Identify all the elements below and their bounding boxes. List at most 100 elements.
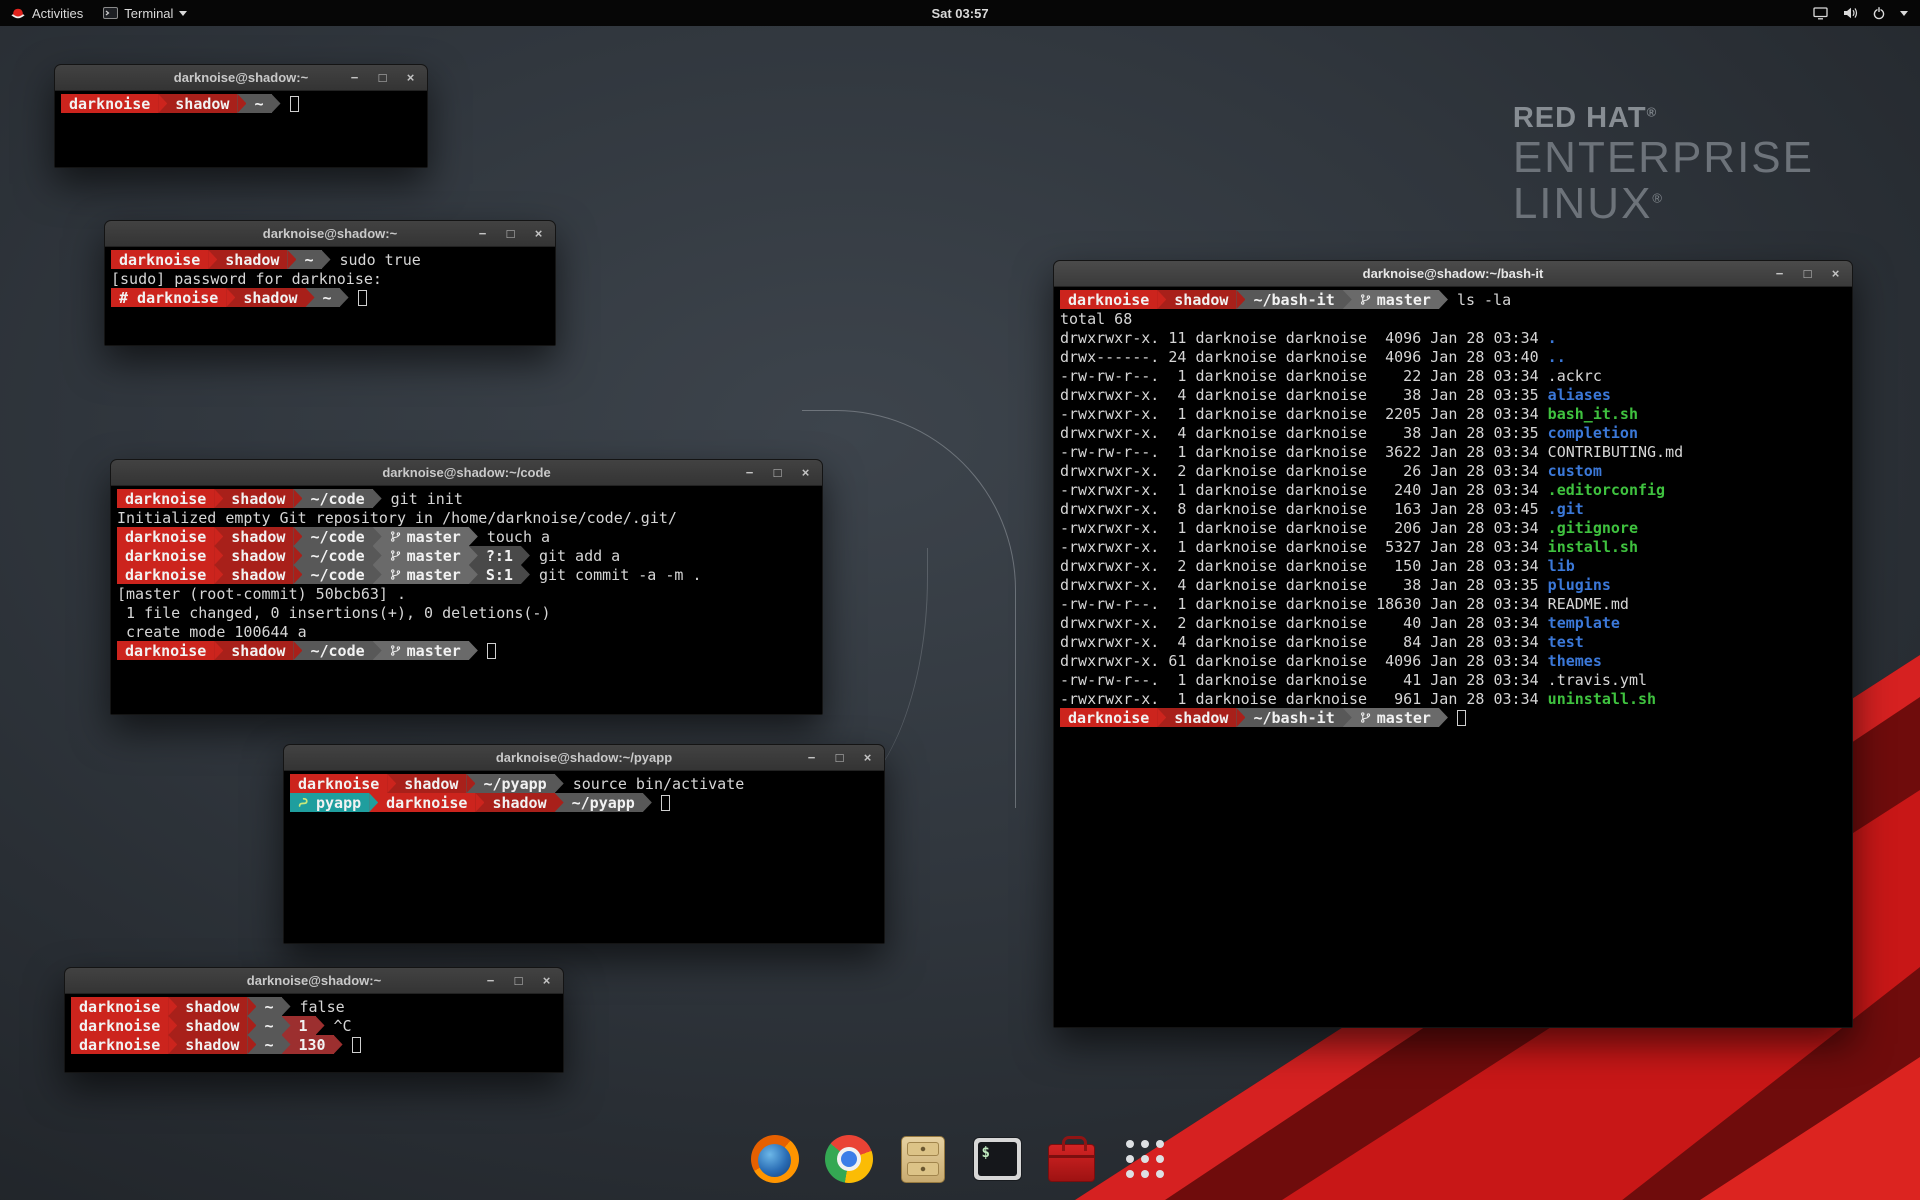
command-text: source bin/activate — [564, 774, 745, 793]
powerline-separator-icon — [282, 1035, 291, 1054]
file-meta: -rw-rw-r--. 1 darknoise darknoise 18630 … — [1060, 594, 1548, 613]
powerline-separator-icon — [643, 793, 652, 812]
file-name: aliases — [1548, 385, 1611, 404]
powerline-separator-icon — [293, 546, 302, 565]
prompt-segment: ~ — [246, 94, 271, 113]
app-menu-terminal[interactable]: Terminal — [93, 0, 197, 26]
powerline-separator-icon — [334, 1035, 343, 1054]
maximize-button[interactable]: □ — [771, 466, 784, 479]
activities-button[interactable]: Activities — [0, 0, 93, 26]
powerline-separator-icon — [214, 546, 223, 565]
prompt-segment: ~/pyapp — [564, 793, 643, 812]
window-titlebar[interactable]: darknoise@shadow:~ − □ × — [105, 221, 555, 247]
close-button[interactable]: × — [861, 751, 874, 764]
powerline-separator-icon — [1439, 708, 1448, 727]
close-button[interactable]: × — [1829, 267, 1842, 280]
window-titlebar[interactable]: darknoise@shadow:~/bash-it − □ × — [1054, 261, 1852, 287]
maximize-button[interactable]: □ — [376, 71, 389, 84]
terminal-body[interactable]: darknoiseshadow~/pyappsource bin/activat… — [284, 771, 884, 943]
powerline-separator-icon — [469, 641, 478, 660]
powerline-separator-icon — [293, 489, 302, 508]
minimize-button[interactable]: − — [476, 227, 489, 240]
powerline-separator-icon — [226, 288, 235, 307]
file-meta: drwx------. 24 darknoise darknoise 4096 … — [1060, 347, 1548, 366]
file-meta: drwxrwxr-x. 2 darknoise darknoise 26 Jan… — [1060, 461, 1548, 480]
chrome-icon[interactable] — [821, 1131, 877, 1187]
app-menu-label: Terminal — [124, 6, 173, 21]
prompt-segment: darknoise — [111, 250, 208, 269]
volume-icon — [1842, 6, 1858, 20]
terminal-icon[interactable]: $ — [969, 1131, 1025, 1187]
window-title: darknoise@shadow:~/code — [111, 465, 822, 480]
firefox-icon[interactable] — [747, 1131, 803, 1187]
powerline-separator-icon — [466, 774, 475, 793]
terminal-line: darknoiseshadow~/pyappsource bin/activat… — [290, 774, 878, 793]
output-text: [master (root-commit) 50bcb63] . — [117, 584, 406, 603]
minimize-button[interactable]: − — [1773, 267, 1786, 280]
file-row: -rwxrwxr-x. 1 darknoise darknoise 206 Ja… — [1060, 518, 1846, 537]
prompt-segment: ~ — [256, 1016, 281, 1035]
file-row: -rw-rw-r--. 1 darknoise darknoise 18630 … — [1060, 594, 1846, 613]
desktop: RED HAT® ENTERPRISE LINUX® Activities Te… — [0, 0, 1920, 1200]
close-button[interactable]: × — [799, 466, 812, 479]
system-tray[interactable] — [1813, 6, 1920, 20]
prompt-segment: pyapp — [290, 793, 369, 812]
terminal-prompt-glyph: $ — [982, 1145, 990, 1161]
prompt-segment: ~ — [315, 288, 340, 307]
terminal-window[interactable]: darknoise@shadow:~/code − □ × darknoises… — [110, 459, 823, 715]
prompt-segment: ?:1 — [478, 546, 521, 565]
prompt-segment: shadow — [223, 565, 293, 584]
powerline-separator-icon — [1236, 708, 1245, 727]
terminal-window[interactable]: darknoise@shadow:~/bash-it − □ × darknoi… — [1053, 260, 1853, 1028]
maximize-button[interactable]: □ — [833, 751, 846, 764]
maximize-button[interactable]: □ — [1801, 267, 1814, 280]
terminal-body[interactable]: darknoiseshadow~falsedarknoiseshadow~1^C… — [65, 994, 563, 1072]
minimize-button[interactable]: − — [348, 71, 361, 84]
terminal-body[interactable]: darknoiseshadow~/codegit initInitialized… — [111, 486, 822, 714]
window-titlebar[interactable]: darknoise@shadow:~/pyapp − □ × — [284, 745, 884, 771]
file-meta: drwxrwxr-x. 4 darknoise darknoise 38 Jan… — [1060, 423, 1548, 442]
terminal-window[interactable]: darknoise@shadow:~ − □ × darknoiseshadow… — [64, 967, 564, 1073]
prompt-segment: shadow — [235, 288, 305, 307]
show-apps-icon[interactable] — [1117, 1131, 1173, 1187]
command-text: git add a — [530, 546, 620, 565]
powerline-separator-icon — [287, 250, 296, 269]
prompt-segment: ~/pyapp — [475, 774, 554, 793]
close-button[interactable]: × — [540, 974, 553, 987]
terminal-body[interactable]: darknoiseshadow~ — [55, 91, 427, 167]
terminal-window[interactable]: darknoise@shadow:~ − □ × darknoiseshadow… — [54, 64, 428, 168]
toolbox-icon[interactable] — [1043, 1131, 1099, 1187]
minimize-button[interactable]: − — [484, 974, 497, 987]
output-text: [sudo] password for darknoise: — [111, 269, 382, 288]
close-button[interactable]: × — [404, 71, 417, 84]
prompt-segment: 1 — [291, 1016, 316, 1035]
prompt-segment: shadow — [1166, 708, 1236, 727]
maximize-button[interactable]: □ — [512, 974, 525, 987]
window-titlebar[interactable]: darknoise@shadow:~ − □ × — [55, 65, 427, 91]
minimize-button[interactable]: − — [743, 466, 756, 479]
terminal-cursor — [487, 643, 496, 659]
powerline-separator-icon — [373, 565, 382, 584]
terminal-cursor — [661, 795, 670, 811]
window-titlebar[interactable]: darknoise@shadow:~ − □ × — [65, 968, 563, 994]
terminal-window[interactable]: darknoise@shadow:~/pyapp − □ × darknoise… — [283, 744, 885, 944]
powerline-separator-icon — [247, 1035, 256, 1054]
prompt-segment: shadow — [223, 641, 293, 660]
terminal-body[interactable]: darknoiseshadow~sudo true[sudo] password… — [105, 247, 555, 345]
minimize-button[interactable]: − — [805, 751, 818, 764]
files-icon[interactable] — [895, 1131, 951, 1187]
command-text: touch a — [478, 527, 550, 546]
terminal-line: darknoiseshadow~1^C — [71, 1016, 557, 1035]
file-row: -rw-rw-r--. 1 darknoise darknoise 41 Jan… — [1060, 670, 1846, 689]
clock[interactable]: Sat 03:57 — [931, 6, 988, 21]
file-meta: drwxrwxr-x. 8 darknoise darknoise 163 Ja… — [1060, 499, 1548, 518]
prompt-segment: master — [382, 527, 469, 546]
window-titlebar[interactable]: darknoise@shadow:~/code − □ × — [111, 460, 822, 486]
file-meta: -rw-rw-r--. 1 darknoise darknoise 41 Jan… — [1060, 670, 1548, 689]
terminal-window[interactable]: darknoise@shadow:~ − □ × darknoise shadow… — [104, 220, 556, 346]
output-text: create mode 100644 a — [117, 622, 307, 641]
file-name: . — [1548, 328, 1557, 347]
close-button[interactable]: × — [532, 227, 545, 240]
maximize-button[interactable]: □ — [504, 227, 517, 240]
terminal-body[interactable]: darknoiseshadow~/bash-itmasterls -latota… — [1054, 287, 1852, 1027]
